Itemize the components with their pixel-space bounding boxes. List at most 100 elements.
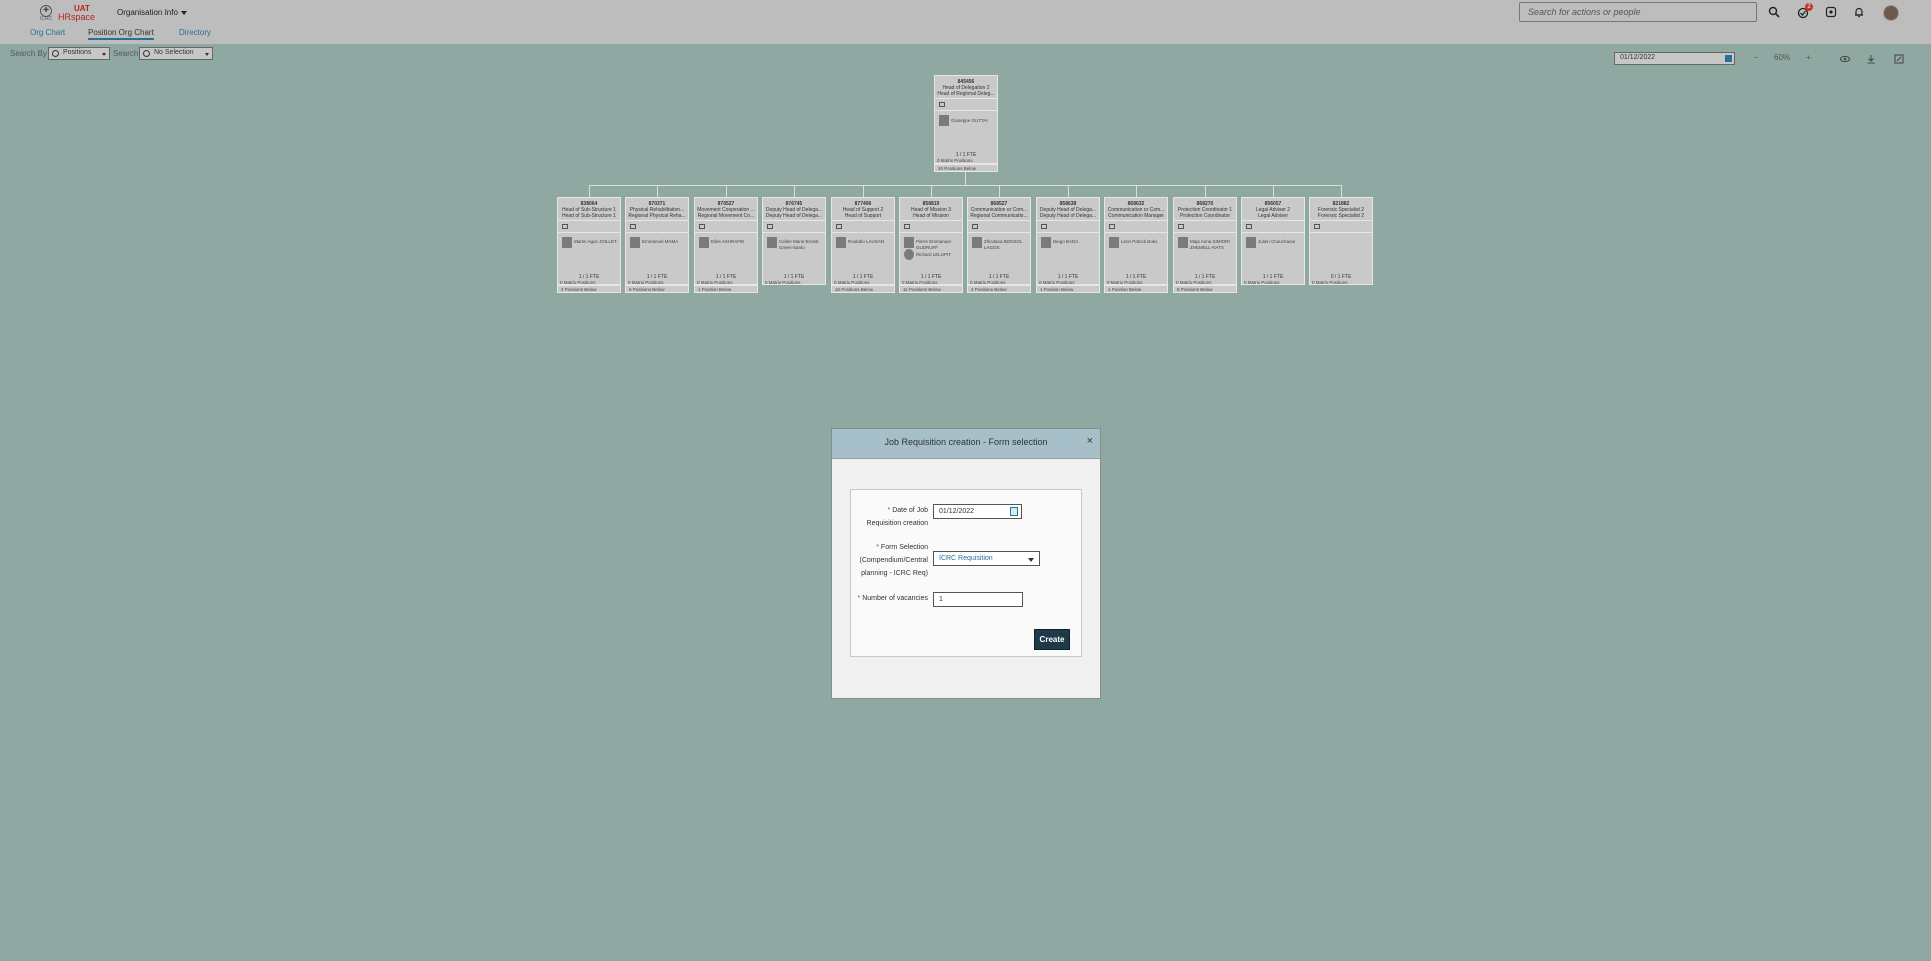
tab-directory[interactable]: Directory xyxy=(179,28,211,37)
job-requisition-icon[interactable] xyxy=(1314,224,1320,229)
eye-icon[interactable] xyxy=(1840,54,1850,64)
matrix-positions[interactable]: 0 Matrix Positions xyxy=(765,280,801,285)
job-requisition-icon[interactable] xyxy=(1109,224,1115,229)
form-selection-label-text: Form Selection (Compendium/Central plann… xyxy=(859,544,928,577)
create-button[interactable]: Create xyxy=(1034,629,1070,650)
help-icon[interactable] xyxy=(1825,6,1837,18)
organisation-info-menu[interactable]: Organisation Info xyxy=(117,8,187,17)
shell-bar: ✚ ICRC UAT HRspace Organisation Info Sea… xyxy=(0,0,1931,44)
calendar-icon[interactable] xyxy=(1010,507,1018,516)
job-requisition-icon[interactable] xyxy=(1178,224,1184,229)
job-requisition-icon[interactable] xyxy=(630,224,636,229)
avatar xyxy=(836,237,846,248)
job-requisition-icon[interactable] xyxy=(699,224,705,229)
incumbent-name[interactable]: Celine Marie Ernest Green-Santo xyxy=(779,239,823,251)
positions-below-link[interactable]: 6 Positions Below xyxy=(625,285,689,293)
incumbent-name[interactable]: Richard LELUPIT xyxy=(916,252,960,258)
tab-position-org-chart[interactable]: Position Org Chart xyxy=(88,28,154,40)
fullscreen-icon[interactable] xyxy=(1894,54,1904,64)
position-subtitle: Regional Physical Reha... xyxy=(628,213,686,219)
incumbent-name[interactable]: Zhicdana BONSOL LAGOS xyxy=(984,239,1028,251)
card-divider xyxy=(695,232,757,233)
search-icon[interactable] xyxy=(1768,6,1780,18)
job-requisition-icon[interactable] xyxy=(1041,224,1047,229)
incumbent-name[interactable]: Leon Patrick Boko xyxy=(1121,239,1165,245)
zoom-level: 60% xyxy=(1774,53,1791,62)
positions-below-link[interactable]: 1 Position Below xyxy=(1036,285,1100,293)
card-divider xyxy=(1037,232,1099,233)
search-by-select[interactable]: Positions xyxy=(48,47,110,60)
job-requisition-icon[interactable] xyxy=(904,224,910,229)
card-divider xyxy=(626,220,688,221)
calendar-icon[interactable] xyxy=(1725,55,1732,62)
requisition-date-field[interactable]: 01/12/2022 xyxy=(933,504,1022,519)
chevron-down-icon xyxy=(1028,558,1034,562)
bell-icon[interactable] xyxy=(1853,6,1865,18)
user-avatar[interactable] xyxy=(1883,5,1899,21)
position-card[interactable]: 838064 Head of Sub-Structure 1 Head of Sub… xyxy=(557,197,621,285)
root-position-card[interactable]: 845456 Head of Delegation 2 Head of Regi… xyxy=(934,75,998,164)
position-subtitle: Head of Sub-Structure 1 xyxy=(562,213,616,219)
position-card[interactable]: 868632 Communication or Com... Communicati… xyxy=(1104,197,1168,285)
zoom-out-button[interactable]: − xyxy=(1754,53,1759,62)
position-card[interactable]: 870527 Movement Cooperation ... Regional M… xyxy=(694,197,758,285)
position-card[interactable]: 858819 Head of Mission 3 Head of Mission Pi… xyxy=(899,197,963,285)
matrix-positions[interactable]: 0 Matrix Positions xyxy=(1312,280,1348,285)
position-card[interactable]: 858638 Deputy Head of Delega... Deputy Hea… xyxy=(1036,197,1100,285)
job-requisition-icon[interactable] xyxy=(562,224,568,229)
incumbent-name[interactable]: Emmanuel MAMA xyxy=(642,239,686,245)
incumbent-name[interactable]: Elies ASHRAFIE xyxy=(711,239,755,245)
positions-below-link[interactable]: 2 Positions Below xyxy=(557,285,621,293)
chart-connector xyxy=(1136,185,1137,197)
incumbent-name[interactable]: Pierre Emmanuel GUDRUFF xyxy=(916,239,960,251)
download-icon[interactable] xyxy=(1866,54,1876,64)
position-card[interactable]: 868527 Communication or Com... Regional Co… xyxy=(967,197,1031,285)
job-requisition-icon[interactable] xyxy=(767,224,773,229)
position-subtitle: Deputy Head of Delega... xyxy=(1039,213,1097,219)
position-card[interactable]: 821882 Forensic Specialist 2 Forensic Spec… xyxy=(1309,197,1373,285)
job-requisition-icon[interactable] xyxy=(939,102,945,107)
vacancies-input[interactable]: 1 xyxy=(933,592,1023,607)
dialog-header: Job Requisition creation - Form selectio… xyxy=(832,429,1100,459)
incumbent-name[interactable]: Julien Chouchaoui xyxy=(1258,239,1302,245)
card-divider xyxy=(763,232,825,233)
positions-below-link[interactable]: 8 Positions Below xyxy=(1173,285,1237,293)
position-subtitle: Deputy Head of Delega... xyxy=(765,213,823,219)
job-requisition-icon[interactable] xyxy=(1246,224,1252,229)
app-logo[interactable]: ✚ ICRC UAT HRspace xyxy=(40,4,96,23)
card-divider xyxy=(695,220,757,221)
positions-below-link[interactable]: 10 Positions Below xyxy=(831,285,895,293)
required-marker: * xyxy=(876,544,879,551)
incumbent-name[interactable]: Giuseppe GUTTAI xyxy=(951,118,995,124)
search-select[interactable]: No Selection xyxy=(139,47,213,60)
matrix-positions[interactable]: 0 Matrix Positions xyxy=(937,158,973,163)
position-card[interactable]: 876745 Deputy Head of Delega... Deputy Hea… xyxy=(762,197,826,285)
positions-below-link[interactable]: 1 Position Below xyxy=(1104,285,1168,293)
incumbent-name[interactable]: Roulabo LAUSAN xyxy=(848,239,892,245)
chart-connector xyxy=(589,185,1342,186)
position-card[interactable]: 870371 Physical Rehabilitation... Regional… xyxy=(625,197,689,285)
positions-below-link[interactable]: 11 Positions Below xyxy=(899,285,963,293)
org-chart-date-picker[interactable]: 01/12/2022 xyxy=(1614,52,1735,65)
global-search-input[interactable]: Search for actions or people xyxy=(1519,2,1757,22)
chart-connector xyxy=(794,185,795,197)
positions-below-link[interactable]: 2 Positions Below xyxy=(967,285,1031,293)
incumbent-name[interactable]: Maja Anna SIMIORI ZHEMELL-NATS xyxy=(1190,239,1234,251)
position-card[interactable]: 856057 Legal Adviser 2 Legal Adviser Julien… xyxy=(1241,197,1305,285)
position-card[interactable]: 868270 Protection Coordinator 1 Protection… xyxy=(1173,197,1237,285)
positions-below-link[interactable]: 1 Position Below xyxy=(694,285,758,293)
positions-below-link[interactable]: 20 Positions Below xyxy=(934,164,998,172)
position-card[interactable]: 877406 Head of Support 2 Head of Support Ro… xyxy=(831,197,895,285)
zoom-in-button[interactable]: + xyxy=(1806,53,1811,62)
avatar xyxy=(562,237,572,248)
search-by-value: Positions xyxy=(63,49,92,56)
job-requisition-icon[interactable] xyxy=(972,224,978,229)
form-selection-select[interactable]: ICRC Requisition xyxy=(933,551,1040,566)
matrix-positions[interactable]: 0 Matrix Positions xyxy=(1244,280,1280,285)
approvals-icon[interactable]: 2 xyxy=(1797,3,1813,19)
incumbent-name[interactable]: Martin Agus JOILLET xyxy=(574,239,618,245)
tab-org-chart[interactable]: Org Chart xyxy=(30,28,65,37)
close-icon[interactable]: × xyxy=(1087,435,1093,447)
incumbent-name[interactable]: Diego BADA xyxy=(1053,239,1097,245)
job-requisition-icon[interactable] xyxy=(836,224,842,229)
